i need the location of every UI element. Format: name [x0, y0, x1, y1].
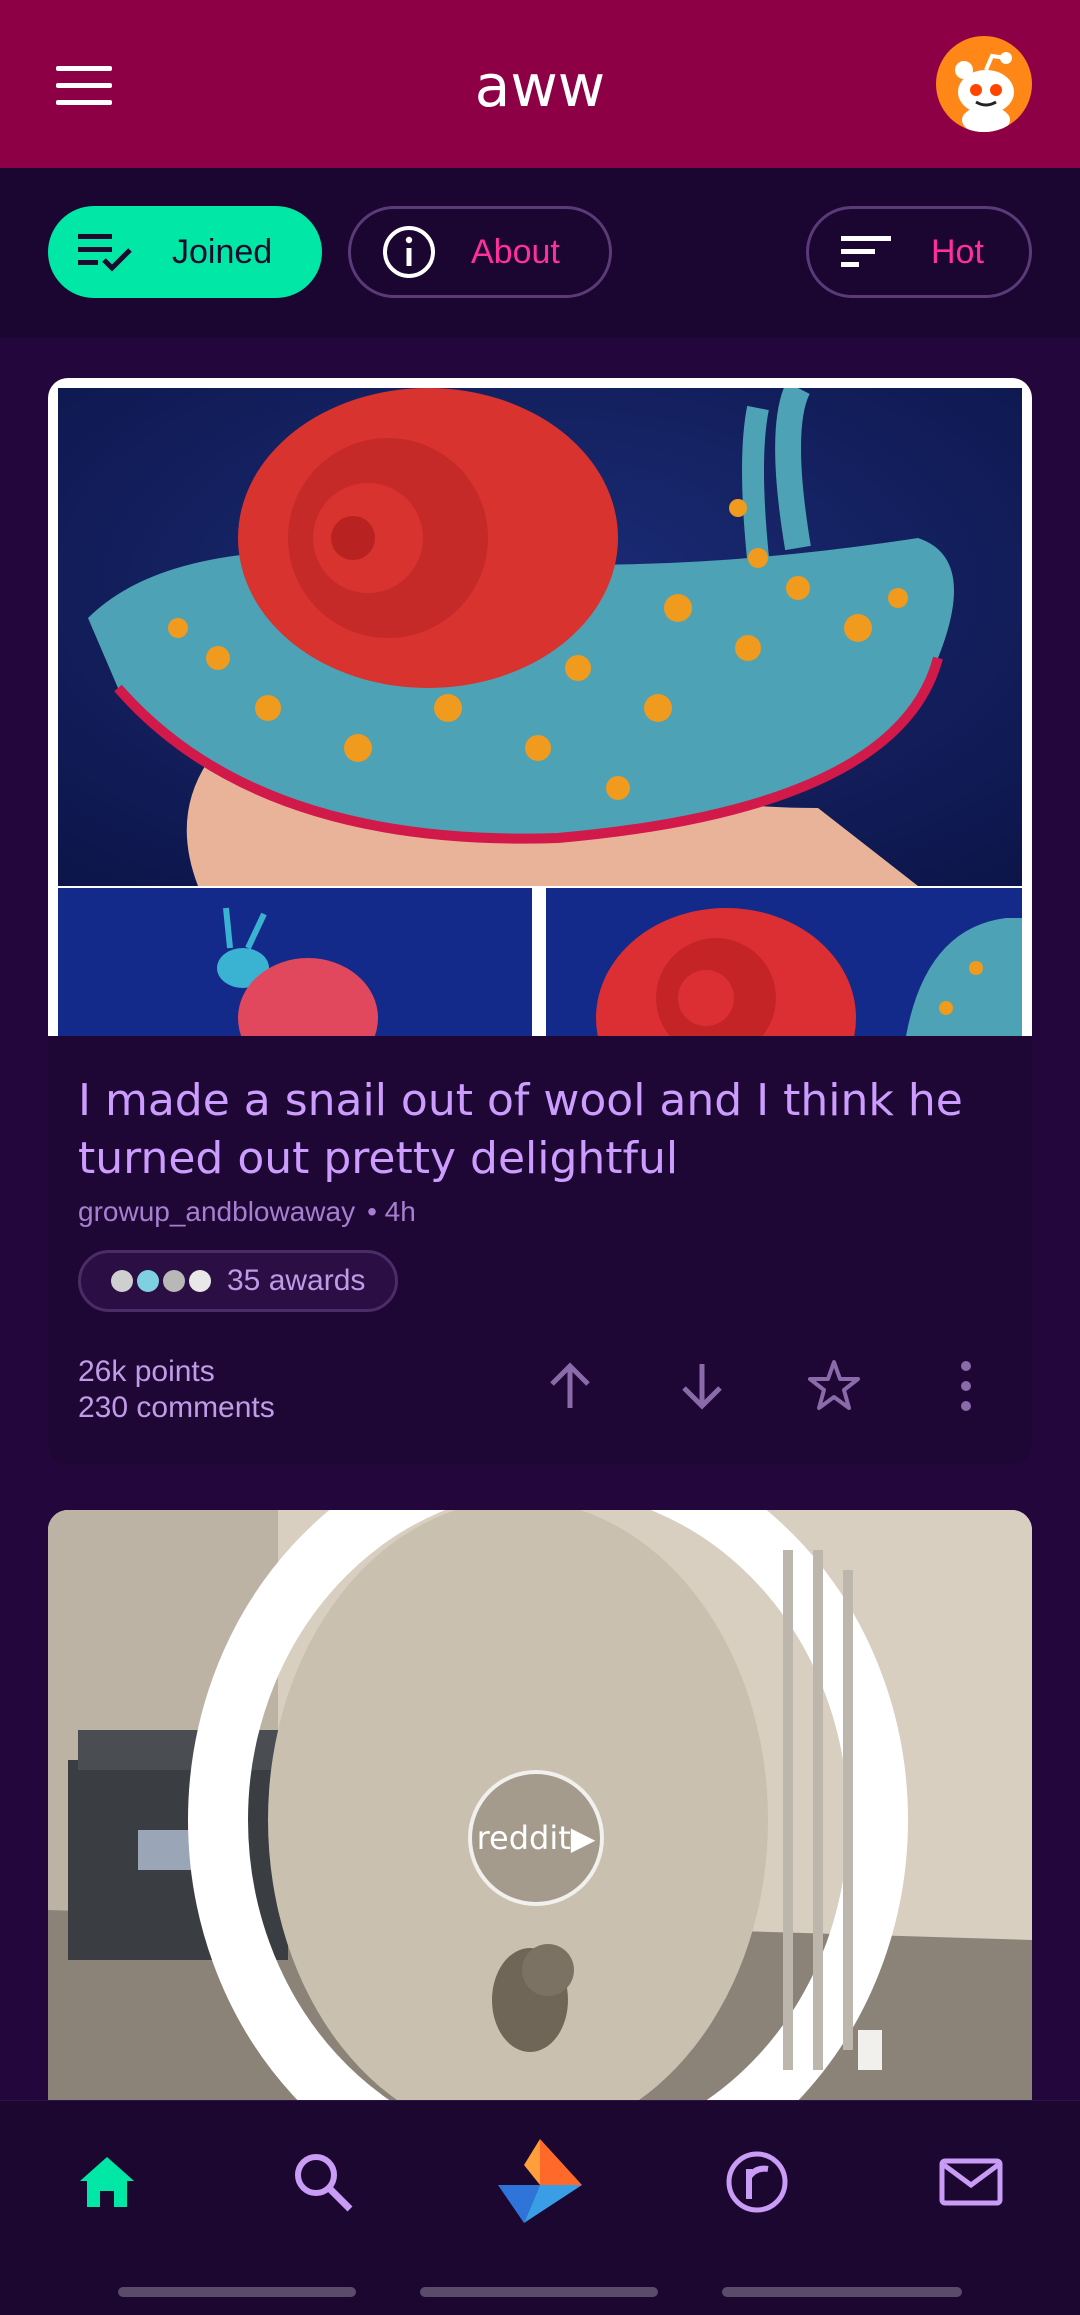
subreddit-title: aww [474, 52, 606, 120]
mail-icon[interactable] [936, 2147, 1006, 2217]
downvote-icon[interactable] [672, 1356, 732, 1416]
video-play-badge[interactable]: reddit▶ [468, 1770, 604, 1906]
info-icon [383, 226, 435, 278]
joined-check-icon [78, 234, 132, 272]
about-label: About [471, 232, 560, 271]
upvote-icon[interactable] [540, 1356, 600, 1416]
post-image-gallery[interactable] [48, 378, 1032, 1036]
home-icon[interactable] [72, 2147, 142, 2217]
sort-icon [841, 236, 891, 267]
more-vert-icon[interactable] [936, 1356, 996, 1416]
points-count: 26k points [78, 1355, 215, 1388]
post-title[interactable]: I made a snail out of wool and I think h… [78, 1072, 998, 1188]
post-meta: growup_andblowaway • 4h [78, 1196, 416, 1228]
video-post-card[interactable]: reddit▶ [48, 1510, 1032, 2100]
snoo-avatar-icon[interactable] [936, 36, 1032, 132]
sort-label: Hot [931, 232, 984, 271]
reddit-r-icon[interactable] [722, 2147, 792, 2217]
snail-photo-main[interactable] [58, 388, 1022, 886]
nav-gesture-handle [722, 2287, 962, 2297]
nav-gesture-handle [420, 2287, 658, 2297]
about-button[interactable]: About [348, 206, 612, 298]
app-bar: aww [0, 0, 1080, 168]
nav-gesture-handle [118, 2287, 356, 2297]
snail-photo-2[interactable] [58, 888, 532, 1036]
star-icon[interactable] [804, 1356, 864, 1416]
post-stats: 26k points 230 comments [78, 1354, 275, 1426]
bottom-nav [0, 2100, 1080, 2315]
search-icon[interactable] [288, 2147, 358, 2217]
post-card[interactable]: I made a snail out of wool and I think h… [48, 378, 1032, 1464]
comments-count[interactable]: 230 comments [78, 1390, 275, 1426]
post-age: • 4h [367, 1196, 416, 1227]
awards-chip[interactable]: 35 awards [78, 1250, 399, 1312]
award-icons [111, 1270, 215, 1292]
sort-button[interactable]: Hot [806, 206, 1032, 298]
snail-photo-3[interactable] [546, 888, 1022, 1036]
post-author[interactable]: growup_andblowaway [78, 1196, 355, 1227]
relay-logo-icon[interactable] [494, 2135, 586, 2227]
filter-bar: Joined About Hot [0, 168, 1080, 338]
joined-label: Joined [172, 232, 273, 271]
awards-label: 35 awards [227, 1264, 366, 1297]
joined-button[interactable]: Joined [48, 206, 322, 298]
